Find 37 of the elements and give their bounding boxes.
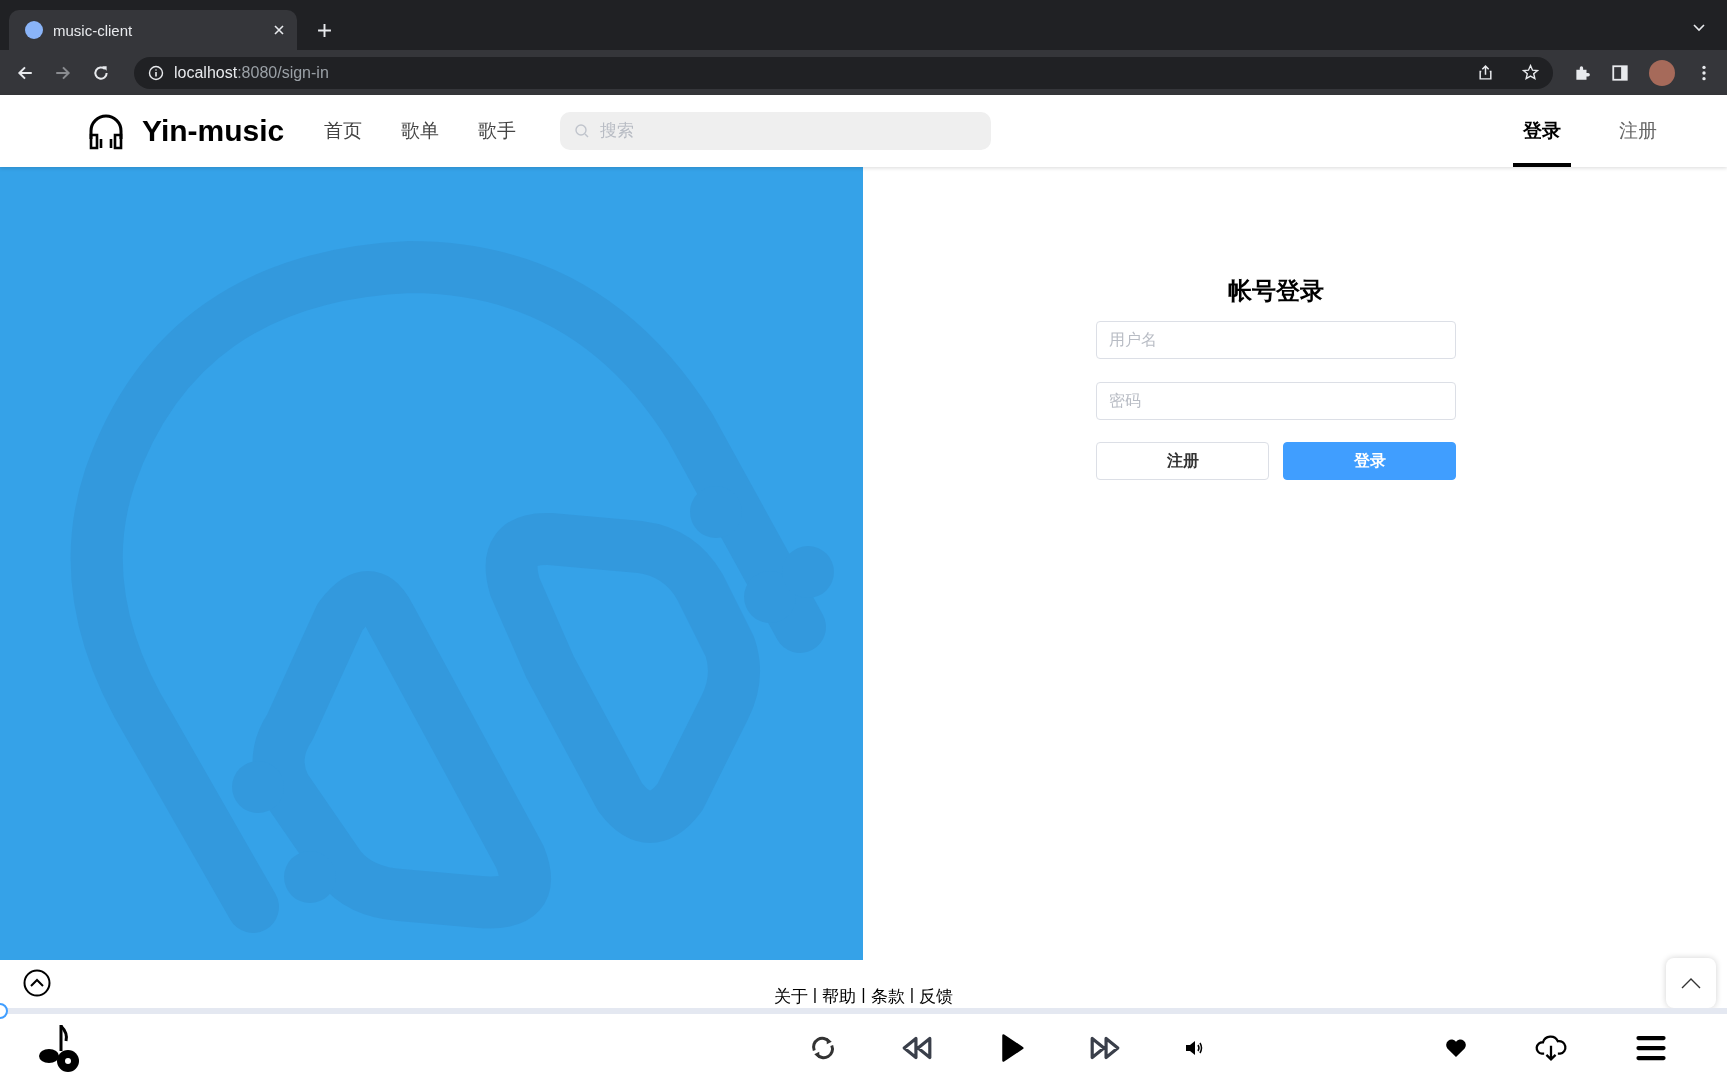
brand-name[interactable]: Yin-music — [142, 114, 285, 148]
side-panel-icon[interactable] — [1611, 63, 1629, 82]
share-icon[interactable] — [1477, 64, 1494, 81]
plus-icon[interactable] — [317, 23, 332, 38]
avatar[interactable] — [1649, 59, 1675, 86]
close-icon[interactable] — [273, 24, 285, 36]
favicon-icon — [25, 21, 43, 39]
nav-link[interactable]: 歌手 — [478, 118, 517, 144]
star-icon[interactable] — [1522, 64, 1539, 81]
browser-tab[interactable]: music-client — [9, 10, 297, 50]
input-field[interactable]: 密码 — [1096, 382, 1456, 420]
chevron-up-icon — [1681, 977, 1701, 989]
separator-text: | — [909, 985, 915, 1006]
nav-link[interactable]: 首页 — [324, 118, 363, 144]
chevron-up-circle-icon[interactable] — [23, 969, 51, 997]
separator-text: | — [861, 985, 866, 1006]
tab-title: music-client — [53, 21, 134, 39]
scroll-to-top-button[interactable] — [1666, 958, 1716, 1008]
reload-icon[interactable] — [92, 63, 110, 82]
footer-link[interactable]: 反馈 — [919, 985, 954, 1008]
nav-link[interactable]: 歌单 — [401, 118, 440, 144]
form-title: 帐号登录 — [1227, 276, 1325, 306]
cloud-download-icon[interactable] — [1535, 1032, 1567, 1063]
input-field[interactable]: 用户名 — [1096, 321, 1456, 359]
heart-icon[interactable] — [1445, 1037, 1467, 1058]
separator-text: | — [812, 985, 818, 1006]
chevron-down-icon[interactable] — [1693, 24, 1705, 32]
footer-link[interactable]: 帮助 — [822, 985, 857, 1008]
address-bar[interactable]: localhost:8080/sign-in — [134, 56, 1553, 89]
auth-tab[interactable]: 注册 — [1609, 95, 1667, 167]
footer-link[interactable]: 关于 — [773, 985, 808, 1008]
footer-link[interactable]: 条款 — [870, 985, 905, 1008]
auth-tab[interactable]: 登录 — [1513, 95, 1571, 167]
url-text: localhost:8080/sign-in — [174, 63, 329, 82]
register-button[interactable]: 注册 — [1096, 442, 1269, 480]
info-icon — [148, 64, 164, 81]
puzzle-icon[interactable] — [1573, 63, 1591, 82]
